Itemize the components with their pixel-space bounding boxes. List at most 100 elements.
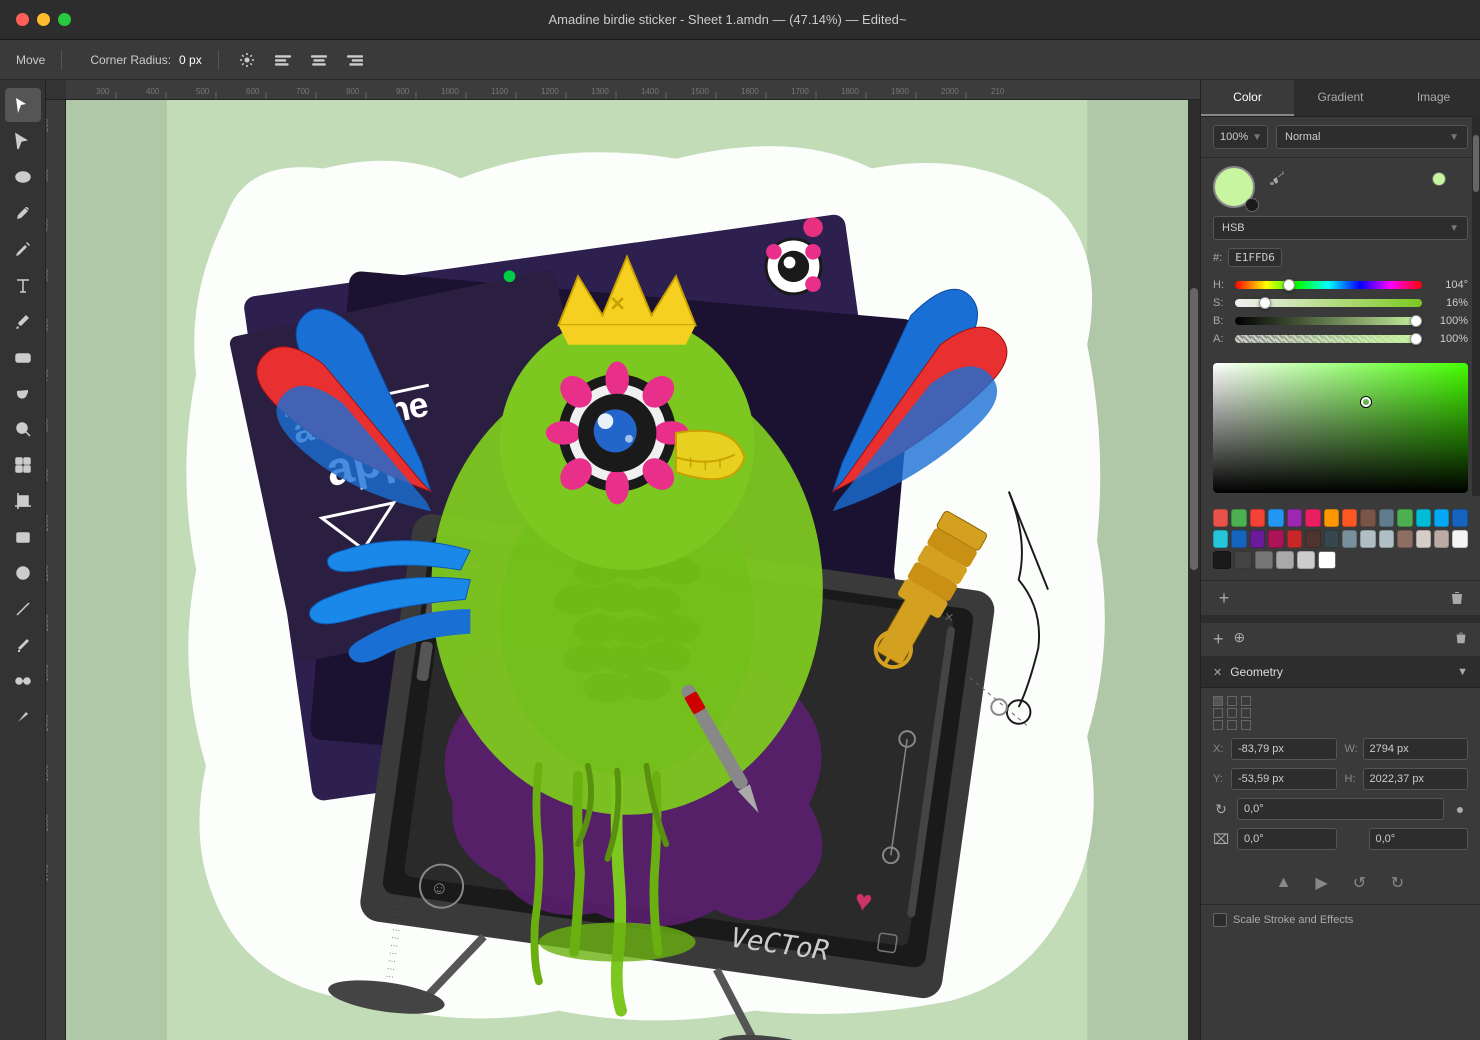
vertical-scrollbar[interactable] — [1188, 100, 1200, 1040]
swatch-7[interactable] — [1324, 509, 1339, 527]
swatch-33[interactable] — [1434, 530, 1449, 548]
minimize-button[interactable] — [37, 13, 50, 26]
delete-swatch-button[interactable] — [1446, 587, 1468, 609]
pencil-tool[interactable] — [5, 232, 41, 266]
h-slider[interactable] — [1235, 281, 1422, 289]
text-tool[interactable] — [5, 268, 41, 302]
swatch-22[interactable] — [1231, 530, 1246, 548]
secondary-color-swatch[interactable] — [1245, 198, 1259, 212]
rotate3-input[interactable]: 0,0° — [1369, 828, 1469, 850]
anchor-mr[interactable] — [1241, 708, 1251, 718]
eyedropper-tool[interactable] — [5, 304, 41, 338]
swatch-10[interactable] — [1379, 509, 1394, 527]
swatch-9[interactable] — [1360, 509, 1375, 527]
swatch-2[interactable] — [1231, 509, 1246, 527]
add-swatch-button[interactable]: + — [1213, 587, 1235, 609]
tab-color[interactable]: Color — [1201, 80, 1294, 116]
swatch-26[interactable] — [1305, 530, 1320, 548]
fullscreen-button[interactable] — [58, 13, 71, 26]
swatch-30[interactable] — [1379, 530, 1394, 548]
ellipse-tool[interactable] — [5, 160, 41, 194]
window-controls[interactable] — [16, 13, 71, 26]
swatch-1[interactable] — [1213, 509, 1228, 527]
swatch-41[interactable] — [1213, 551, 1231, 569]
swatch-4[interactable] — [1268, 509, 1283, 527]
direct-select-tool[interactable] — [5, 124, 41, 158]
flip-right-button[interactable]: ▶ — [1311, 872, 1333, 894]
swatch-25[interactable] — [1287, 530, 1302, 548]
rotate1-input[interactable]: 0,0° — [1237, 798, 1444, 820]
align-right-icon[interactable] — [343, 48, 367, 72]
rotate2-input[interactable]: 0,0° — [1237, 828, 1337, 850]
h-input[interactable]: 2022,37 px — [1363, 768, 1469, 790]
blend-tool[interactable] — [5, 664, 41, 698]
add-effect-button[interactable]: + — [1213, 629, 1224, 650]
anchor-ml[interactable] — [1213, 708, 1223, 718]
scale-stroke-checkbox[interactable] — [1213, 913, 1227, 927]
anchor-tc[interactable] — [1227, 696, 1237, 706]
zoom-effect-button[interactable]: ⊕ — [1234, 629, 1246, 650]
hand-tool[interactable] — [5, 376, 41, 410]
anchor-tl[interactable] — [1213, 696, 1223, 706]
swatch-6[interactable] — [1305, 509, 1320, 527]
align-left-icon[interactable] — [271, 48, 295, 72]
swatch-14[interactable] — [1452, 509, 1467, 527]
w-input[interactable]: 2794 px — [1363, 738, 1469, 760]
opacity-input[interactable]: 100% ▼ — [1213, 125, 1268, 149]
trash-effect-button[interactable] — [1454, 631, 1468, 648]
swatch-43[interactable] — [1255, 551, 1273, 569]
tab-gradient[interactable]: Gradient — [1294, 80, 1387, 116]
swatch-21[interactable] — [1213, 530, 1228, 548]
swatch-11[interactable] — [1397, 509, 1412, 527]
anchor-br[interactable] — [1241, 720, 1251, 730]
close-button[interactable] — [16, 13, 29, 26]
b-thumb[interactable] — [1410, 315, 1422, 327]
swatch-31[interactable] — [1397, 530, 1412, 548]
swatch-42[interactable] — [1234, 551, 1252, 569]
blend-mode-dropdown[interactable]: Normal ▼ — [1276, 125, 1468, 149]
rotate-cw-button[interactable]: ↻ — [1387, 872, 1409, 894]
swatch-29[interactable] — [1360, 530, 1375, 548]
swatch-12[interactable] — [1416, 509, 1431, 527]
anchor-bc[interactable] — [1227, 720, 1237, 730]
skew-icon[interactable]: ⌧ — [1213, 831, 1229, 847]
anchor-grid[interactable] — [1213, 696, 1253, 730]
s-slider[interactable] — [1235, 299, 1422, 307]
eraser-tool[interactable] — [5, 340, 41, 374]
rect-tool[interactable] — [5, 520, 41, 554]
swatch-3[interactable] — [1250, 509, 1265, 527]
select-tool[interactable] — [5, 88, 41, 122]
line-tool[interactable] — [5, 592, 41, 626]
pen-tool[interactable] — [5, 196, 41, 230]
b-slider[interactable] — [1235, 317, 1422, 325]
panel-scrollbar-thumb[interactable] — [1473, 135, 1479, 192]
swatch-13[interactable] — [1434, 509, 1449, 527]
y-input[interactable]: -53,59 px — [1231, 768, 1337, 790]
tab-image[interactable]: Image — [1387, 80, 1480, 116]
symbol-tool[interactable] — [5, 448, 41, 482]
paint-bucket-tool[interactable] — [5, 628, 41, 662]
anchor-tr[interactable] — [1241, 696, 1251, 706]
swatch-5[interactable] — [1287, 509, 1302, 527]
swatch-44[interactable] — [1276, 551, 1294, 569]
canvas-viewport[interactable]: ♛ amadine app — [66, 100, 1188, 1040]
align-center-icon[interactable] — [307, 48, 331, 72]
swatch-45[interactable] — [1297, 551, 1315, 569]
h-thumb[interactable] — [1283, 279, 1295, 291]
circle-tool[interactable] — [5, 556, 41, 590]
swatch-8[interactable] — [1342, 509, 1357, 527]
swatch-24[interactable] — [1268, 530, 1283, 548]
eyedropper-button[interactable] — [1265, 166, 1289, 190]
foreground-color-small[interactable] — [1432, 172, 1446, 186]
swatch-23[interactable] — [1250, 530, 1265, 548]
flip-up-button[interactable]: ▲ — [1273, 872, 1295, 894]
crop-tool[interactable] — [5, 484, 41, 518]
a-thumb[interactable] — [1410, 333, 1422, 345]
anchor-mc[interactable] — [1227, 708, 1237, 718]
settings-icon[interactable] — [235, 48, 259, 72]
swatch-28[interactable] — [1342, 530, 1357, 548]
knife-tool[interactable] — [5, 700, 41, 734]
x-input[interactable]: -83,79 px — [1231, 738, 1337, 760]
color-picker[interactable] — [1213, 363, 1468, 493]
swatch-32[interactable] — [1416, 530, 1431, 548]
